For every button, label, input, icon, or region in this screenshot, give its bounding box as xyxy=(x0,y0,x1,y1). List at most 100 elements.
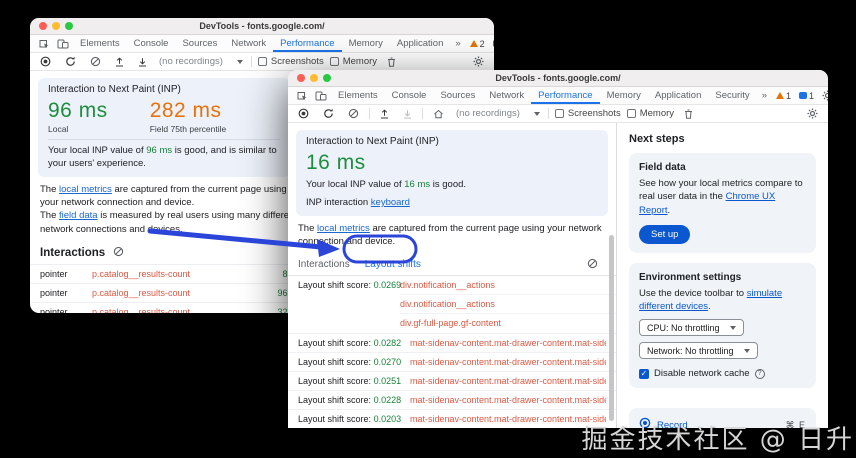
shift-target-link[interactable]: mat-sidenav-content.mat-drawer-content.m… xyxy=(410,338,606,348)
local-metrics-link[interactable]: local metrics xyxy=(59,184,112,195)
tab-layout-shifts[interactable]: Layout shifts xyxy=(365,259,421,270)
network-throttling-select[interactable]: Network: No throttling xyxy=(639,342,758,360)
issues-badge[interactable]: 1 xyxy=(795,91,818,101)
upload-profile-icon[interactable] xyxy=(376,105,393,122)
disable-cache-checkbox[interactable]: ✓ Disable network cache ? xyxy=(639,368,806,379)
inspect-icon[interactable] xyxy=(35,35,53,52)
tab-memory[interactable]: Memory xyxy=(342,35,390,52)
screenshots-checkbox[interactable]: Screenshots xyxy=(257,56,324,67)
window-title: DevTools - fonts.google.com/ xyxy=(199,21,325,31)
collect-garbage-icon[interactable] xyxy=(383,53,400,70)
reload-icon[interactable] xyxy=(61,53,80,70)
tab-interactions[interactable]: Interactions xyxy=(298,259,350,270)
local-metrics-link[interactable]: local metrics xyxy=(317,223,370,234)
reload-icon[interactable] xyxy=(319,105,338,122)
more-tabs-button[interactable]: » xyxy=(450,35,465,52)
devtools-tabbar: Elements Console Sources Network Perform… xyxy=(30,35,494,53)
interaction-target-link[interactable]: p.catalog__results-count xyxy=(92,269,258,279)
performance-toolbar: (no recordings) Screenshots Memory xyxy=(288,105,828,123)
layout-shift-score: Layout shift score: 0.0203 xyxy=(298,414,402,425)
shift-target-link[interactable]: mat-sidenav-content.mat-drawer-content.m… xyxy=(410,357,606,367)
issues-badge[interactable]: 1 xyxy=(489,39,494,49)
download-profile-icon[interactable] xyxy=(399,105,416,122)
set-up-button[interactable]: Set up xyxy=(639,224,691,244)
layout-shift-score: Layout shift score: 0.0228 xyxy=(298,395,402,406)
shift-target-link[interactable]: div.gf-full-page.gf-content xyxy=(400,314,616,333)
capture-settings-gear-icon[interactable] xyxy=(803,105,822,122)
close-button[interactable] xyxy=(39,22,47,30)
next-steps-sidebar: Next steps Field data See how your local… xyxy=(616,123,828,428)
tab-sources[interactable]: Sources xyxy=(433,87,482,104)
keyboard-link[interactable]: keyboard xyxy=(371,197,410,208)
tab-console[interactable]: Console xyxy=(127,35,176,52)
recordings-dropdown[interactable]: (no recordings) xyxy=(454,108,542,119)
tab-sources[interactable]: Sources xyxy=(175,35,224,52)
clear-log-icon[interactable] xyxy=(113,246,124,260)
shift-target-link[interactable]: div.notification__actions xyxy=(400,276,616,296)
tab-elements[interactable]: Elements xyxy=(73,35,127,52)
interaction-row[interactable]: pointer p.catalog__results-count 8 ms xyxy=(30,263,312,283)
tab-application[interactable]: Application xyxy=(390,35,450,52)
layout-shift-row[interactable]: Layout shift score: 0.0203 mat-sidenav-c… xyxy=(288,410,616,428)
interaction-row[interactable]: pointer p.catalog__results-count 96 ms xyxy=(30,282,312,302)
devtools-tabbar: Elements Console Sources Network Perform… xyxy=(288,87,828,105)
metrics-description: The local metrics are captured from the … xyxy=(298,222,602,247)
warnings-badge[interactable]: 2 xyxy=(466,39,489,49)
memory-checkbox[interactable]: Memory xyxy=(329,56,377,67)
collect-garbage-icon[interactable] xyxy=(680,105,697,122)
recordings-dropdown[interactable]: (no recordings) xyxy=(157,56,245,67)
layout-shift-group-row[interactable]: Layout shift score: 0.0269 div.notificat… xyxy=(288,276,616,335)
home-icon[interactable] xyxy=(429,105,448,122)
tab-network[interactable]: Network xyxy=(482,87,531,104)
upload-profile-icon[interactable] xyxy=(111,53,128,70)
shift-target-link[interactable]: mat-sidenav-content.mat-drawer-content.m… xyxy=(410,395,606,405)
tab-elements[interactable]: Elements xyxy=(331,87,385,104)
help-icon[interactable]: ? xyxy=(754,368,765,379)
cpu-throttling-select[interactable]: CPU: No throttling xyxy=(639,319,744,337)
screenshots-checkbox[interactable]: Screenshots xyxy=(554,108,621,119)
tab-performance[interactable]: Performance xyxy=(531,87,599,104)
more-tabs-button[interactable]: » xyxy=(757,87,772,104)
scrollbar-thumb[interactable] xyxy=(609,235,614,421)
close-button[interactable] xyxy=(297,74,305,82)
layout-shift-score: Layout shift score: 0.0270 xyxy=(298,357,402,368)
clear-icon[interactable] xyxy=(86,53,105,70)
device-toolbar-icon[interactable] xyxy=(53,35,73,52)
device-toolbar-icon[interactable] xyxy=(311,87,331,104)
record-icon[interactable] xyxy=(36,53,55,70)
live-metrics-pane: Interaction to Next Paint (INP) 96 ms Lo… xyxy=(30,78,314,313)
memory-checkbox[interactable]: Memory xyxy=(626,108,674,119)
shift-target-link[interactable]: mat-sidenav-content.mat-drawer-content.m… xyxy=(410,376,606,386)
layout-shift-row[interactable]: Layout shift score: 0.0251 mat-sidenav-c… xyxy=(288,372,616,392)
warnings-badge[interactable]: 1 xyxy=(772,91,795,101)
tab-network[interactable]: Network xyxy=(224,35,273,52)
tab-console[interactable]: Console xyxy=(385,87,434,104)
record-icon[interactable] xyxy=(294,105,313,122)
tab-application[interactable]: Application xyxy=(648,87,708,104)
chevron-down-icon xyxy=(743,348,750,353)
layout-shift-row[interactable]: Layout shift score: 0.0228 mat-sidenav-c… xyxy=(288,391,616,411)
download-profile-icon[interactable] xyxy=(134,53,151,70)
tab-memory[interactable]: Memory xyxy=(600,87,648,104)
clear-log-icon[interactable] xyxy=(587,258,598,272)
tab-performance[interactable]: Performance xyxy=(273,35,341,52)
inspect-icon[interactable] xyxy=(293,87,311,104)
interaction-target-link[interactable]: p.catalog__results-count xyxy=(92,288,258,298)
clear-icon[interactable] xyxy=(344,105,363,122)
settings-gear-icon[interactable] xyxy=(818,87,828,104)
layout-shift-row[interactable]: Layout shift score: 0.0270 mat-sidenav-c… xyxy=(288,353,616,373)
minimize-button[interactable] xyxy=(310,74,318,82)
interaction-type: pointer xyxy=(40,306,68,313)
zoom-button[interactable] xyxy=(323,74,331,82)
shift-target-link[interactable]: mat-sidenav-content.mat-drawer-content.m… xyxy=(410,414,606,424)
field-data-link[interactable]: field data xyxy=(59,210,98,221)
zoom-button[interactable] xyxy=(65,22,73,30)
shift-target-link[interactable]: div.notification__actions xyxy=(400,295,616,315)
window-title: DevTools - fonts.google.com/ xyxy=(495,73,621,83)
tab-security[interactable]: Security xyxy=(708,87,756,104)
capture-settings-gear-icon[interactable] xyxy=(469,53,488,70)
minimize-button[interactable] xyxy=(52,22,60,30)
layout-shift-row[interactable]: Layout shift score: 0.0282 mat-sidenav-c… xyxy=(288,334,616,354)
interaction-target-link[interactable]: p.catalog__results-count xyxy=(92,307,258,313)
interaction-row[interactable]: pointer p.catalog__results-count 32 ms xyxy=(30,301,312,313)
